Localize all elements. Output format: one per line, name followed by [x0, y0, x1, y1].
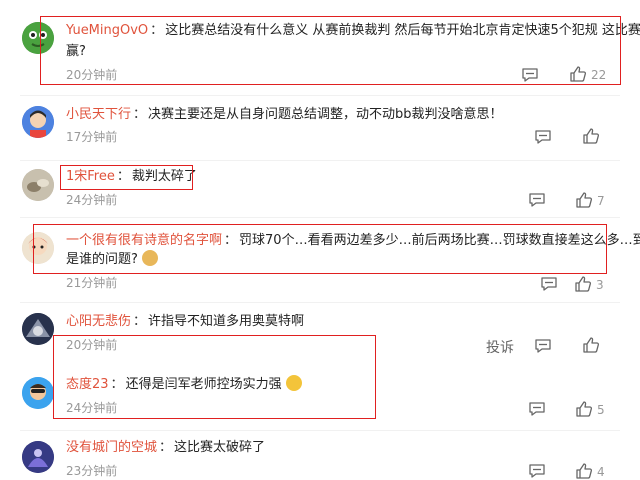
- separator: ：: [133, 107, 147, 122]
- separator: ：: [133, 314, 147, 329]
- timestamp: 17分钟前: [66, 130, 118, 144]
- comment-item: 小民天下行：决赛主要还是从自身问题总结调整，动不动bb裁判没啥意思！ 17分钟前: [0, 96, 640, 160]
- highlight-box: [53, 335, 376, 419]
- comment-icon[interactable]: [534, 337, 552, 355]
- like-count: 5: [597, 403, 605, 417]
- avatar[interactable]: [22, 441, 54, 473]
- username-link[interactable]: 没有城门的空城: [66, 440, 157, 455]
- comment-text: 决赛主要还是从自身问题总结调整，动不动bb裁判没啥意思！: [148, 107, 503, 122]
- avatar[interactable]: [22, 377, 54, 409]
- comment-text: 这比赛太破碎了: [174, 440, 266, 455]
- highlight-box: [33, 224, 607, 274]
- thumbs-up-icon[interactable]: [575, 462, 593, 480]
- comment-icon[interactable]: [528, 191, 546, 209]
- highlight-box: [60, 165, 193, 190]
- thumbs-up-icon[interactable]: [574, 275, 592, 293]
- like-count: 7: [597, 194, 605, 208]
- avatar[interactable]: [22, 313, 54, 345]
- comment-icon[interactable]: [528, 400, 546, 418]
- thumbs-up-icon[interactable]: [575, 191, 593, 209]
- avatar[interactable]: [22, 106, 54, 138]
- avatar[interactable]: [22, 169, 54, 201]
- timestamp: 21分钟前: [66, 276, 118, 290]
- comment-icon[interactable]: [534, 128, 552, 146]
- username-link[interactable]: 心阳无悲伤: [66, 314, 131, 329]
- timestamp: 23分钟前: [66, 464, 118, 478]
- comment-icon[interactable]: [528, 462, 546, 480]
- thumbs-up-icon[interactable]: [575, 400, 593, 418]
- thumbs-up-icon[interactable]: [582, 127, 600, 145]
- report-button[interactable]: 投诉: [486, 337, 514, 357]
- comment-line: 小民天下行：决赛主要还是从自身问题总结调整，动不动bb裁判没啥意思！: [66, 104, 503, 126]
- thumbs-up-icon[interactable]: [582, 336, 600, 354]
- comment-item: 没有城门的空城：这比赛太破碎了 23分钟前 4: [0, 431, 640, 480]
- timestamp: 24分钟前: [66, 193, 118, 207]
- comment-icon[interactable]: [540, 275, 558, 293]
- like-count: 3: [596, 278, 604, 292]
- comment-text: 许指导不知道多用奥莫特啊: [148, 314, 305, 329]
- highlight-box: [40, 16, 621, 85]
- like-count: 4: [597, 465, 605, 479]
- comment-line: 心阳无悲伤：许指导不知道多用奥莫特啊: [66, 311, 304, 333]
- separator: ：: [159, 440, 173, 455]
- username-link[interactable]: 小民天下行: [66, 107, 131, 122]
- comment-line: 没有城门的空城：这比赛太破碎了: [66, 437, 265, 459]
